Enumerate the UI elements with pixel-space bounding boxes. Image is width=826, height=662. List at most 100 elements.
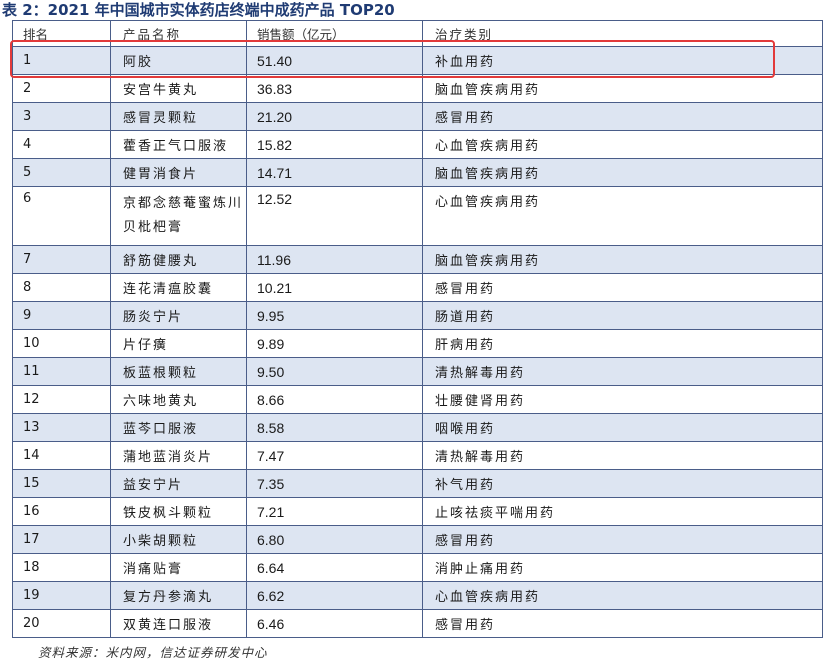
category-cell: 脑血管疾病用药	[422, 158, 823, 187]
sales-cell: 6.64	[246, 553, 423, 582]
table-row: 2 安宫牛黄丸 36.83 脑血管疾病用药	[12, 74, 823, 103]
category-cell: 咽喉用药	[422, 413, 823, 442]
category-cell: 肝病用药	[422, 329, 823, 358]
rank-cell: 15	[12, 469, 111, 498]
sales-cell: 6.80	[246, 525, 423, 554]
rank-cell: 19	[12, 581, 111, 610]
category-cell: 清热解毒用药	[422, 441, 823, 470]
rank-cell: 13	[12, 413, 111, 442]
table-row: 1 阿胶 51.40 补血用药	[12, 46, 823, 75]
category-cell: 补气用药	[422, 469, 823, 498]
source-note: 资料来源：米内网，信达证券研发中心	[38, 645, 268, 660]
rank-cell: 14	[12, 441, 111, 470]
table-row: 7 舒筋健腰丸 11.96 脑血管疾病用药	[12, 245, 823, 274]
product-name-cell: 消痛贴膏	[110, 553, 247, 582]
table-row: 12 六味地黄丸 8.66 壮腰健肾用药	[12, 385, 823, 414]
table-row: 14 蒲地蓝消炎片 7.47 清热解毒用药	[12, 441, 823, 470]
table-row: 4 藿香正气口服液 15.82 心血管疾病用药	[12, 130, 823, 159]
category-cell: 补血用药	[422, 46, 823, 75]
category-cell: 脑血管疾病用药	[422, 245, 823, 274]
product-name-cell: 片仔癀	[110, 329, 247, 358]
category-cell: 感冒用药	[422, 609, 823, 638]
product-name-cell: 板蓝根颗粒	[110, 357, 247, 386]
table-row: 6 京都念慈菴蜜炼川贝枇杷膏 12.52 心血管疾病用药	[12, 186, 823, 246]
table-body: 1 阿胶 51.40 补血用药 2 安宫牛黄丸 36.83 脑血管疾病用药 3 感冒灵颗粒 21.2…	[12, 46, 823, 638]
sales-cell: 10.21	[246, 273, 423, 302]
product-name-cell: 蒲地蓝消炎片	[110, 441, 247, 470]
category-cell: 清热解毒用药	[422, 357, 823, 386]
table-row: 13 蓝芩口服液 8.58 咽喉用药	[12, 413, 823, 442]
sales-cell: 7.47	[246, 441, 423, 470]
table-title: 表 2：2021 年中国城市实体药店终端中成药产品 TOP20	[2, 1, 395, 19]
category-cell: 壮腰健肾用药	[422, 385, 823, 414]
table-row: 10 片仔癀 9.89 肝病用药	[12, 329, 823, 358]
table-row: 15 益安宁片 7.35 补气用药	[12, 469, 823, 498]
category-cell: 心血管疾病用药	[422, 581, 823, 610]
rank-cell: 17	[12, 525, 111, 554]
product-name-cell: 舒筋健腰丸	[110, 245, 247, 274]
sales-cell: 9.50	[246, 357, 423, 386]
rank-cell: 1	[12, 46, 111, 75]
sales-cell: 6.62	[246, 581, 423, 610]
table-row: 20 双黄连口服液 6.46 感冒用药	[12, 609, 823, 638]
product-name-cell: 感冒灵颗粒	[110, 102, 247, 131]
rank-cell: 5	[12, 158, 111, 187]
product-name-cell: 双黄连口服液	[110, 609, 247, 638]
header-row: 排名 产品名称 销售额（亿元） 治疗类别	[12, 20, 823, 47]
product-name-cell: 小柴胡颗粒	[110, 525, 247, 554]
rank-cell: 18	[12, 553, 111, 582]
category-cell: 感冒用药	[422, 525, 823, 554]
product-name-cell: 铁皮枫斗颗粒	[110, 497, 247, 526]
product-name-cell: 阿胶	[110, 46, 247, 75]
rank-cell: 11	[12, 357, 111, 386]
sales-cell: 9.89	[246, 329, 423, 358]
product-name-cell: 六味地黄丸	[110, 385, 247, 414]
rank-cell: 7	[12, 245, 111, 274]
product-name-cell: 藿香正气口服液	[110, 130, 247, 159]
category-cell: 止咳祛痰平喘用药	[422, 497, 823, 526]
sales-cell: 8.58	[246, 413, 423, 442]
category-cell: 心血管疾病用药	[422, 130, 823, 159]
sales-cell: 14.71	[246, 158, 423, 187]
rank-cell: 12	[12, 385, 111, 414]
rank-cell: 4	[12, 130, 111, 159]
top20-table: 排名 产品名称 销售额（亿元） 治疗类别 1 阿胶 51.40 补血用药 2 安宫牛黄丸 3…	[12, 20, 823, 638]
table-row: 16 铁皮枫斗颗粒 7.21 止咳祛痰平喘用药	[12, 497, 823, 526]
rank-cell: 2	[12, 74, 111, 103]
header-rank: 排名	[12, 20, 111, 47]
header-name: 产品名称	[110, 20, 247, 47]
sales-cell: 7.35	[246, 469, 423, 498]
product-name-cell: 蓝芩口服液	[110, 413, 247, 442]
table-row: 18 消痛贴膏 6.64 消肿止痛用药	[12, 553, 823, 582]
sales-cell: 8.66	[246, 385, 423, 414]
rank-cell: 3	[12, 102, 111, 131]
product-name-cell: 连花清瘟胶囊	[110, 273, 247, 302]
sales-cell: 7.21	[246, 497, 423, 526]
sales-cell: 11.96	[246, 245, 423, 274]
category-cell: 肠道用药	[422, 301, 823, 330]
rank-cell: 6	[12, 186, 111, 246]
sales-cell: 51.40	[246, 46, 423, 75]
rank-cell: 9	[12, 301, 111, 330]
table-row: 8 连花清瘟胶囊 10.21 感冒用药	[12, 273, 823, 302]
category-cell: 消肿止痛用药	[422, 553, 823, 582]
table-row: 11 板蓝根颗粒 9.50 清热解毒用药	[12, 357, 823, 386]
header-sales: 销售额（亿元）	[246, 20, 423, 47]
product-name-cell: 京都念慈菴蜜炼川贝枇杷膏	[110, 186, 247, 246]
sales-cell: 21.20	[246, 102, 423, 131]
product-name-cell: 益安宁片	[110, 469, 247, 498]
rank-cell: 20	[12, 609, 111, 638]
product-name-cell: 复方丹参滴丸	[110, 581, 247, 610]
product-name-cell: 安宫牛黄丸	[110, 74, 247, 103]
category-cell: 感冒用药	[422, 273, 823, 302]
product-name-cell: 肠炎宁片	[110, 301, 247, 330]
table-row: 3 感冒灵颗粒 21.20 感冒用药	[12, 102, 823, 131]
table-row: 17 小柴胡颗粒 6.80 感冒用药	[12, 525, 823, 554]
header-category: 治疗类别	[422, 20, 823, 47]
table-row: 5 健胃消食片 14.71 脑血管疾病用药	[12, 158, 823, 187]
sales-cell: 36.83	[246, 74, 423, 103]
category-cell: 脑血管疾病用药	[422, 74, 823, 103]
sales-cell: 15.82	[246, 130, 423, 159]
category-cell: 心血管疾病用药	[422, 186, 823, 246]
sales-cell: 12.52	[246, 186, 423, 246]
